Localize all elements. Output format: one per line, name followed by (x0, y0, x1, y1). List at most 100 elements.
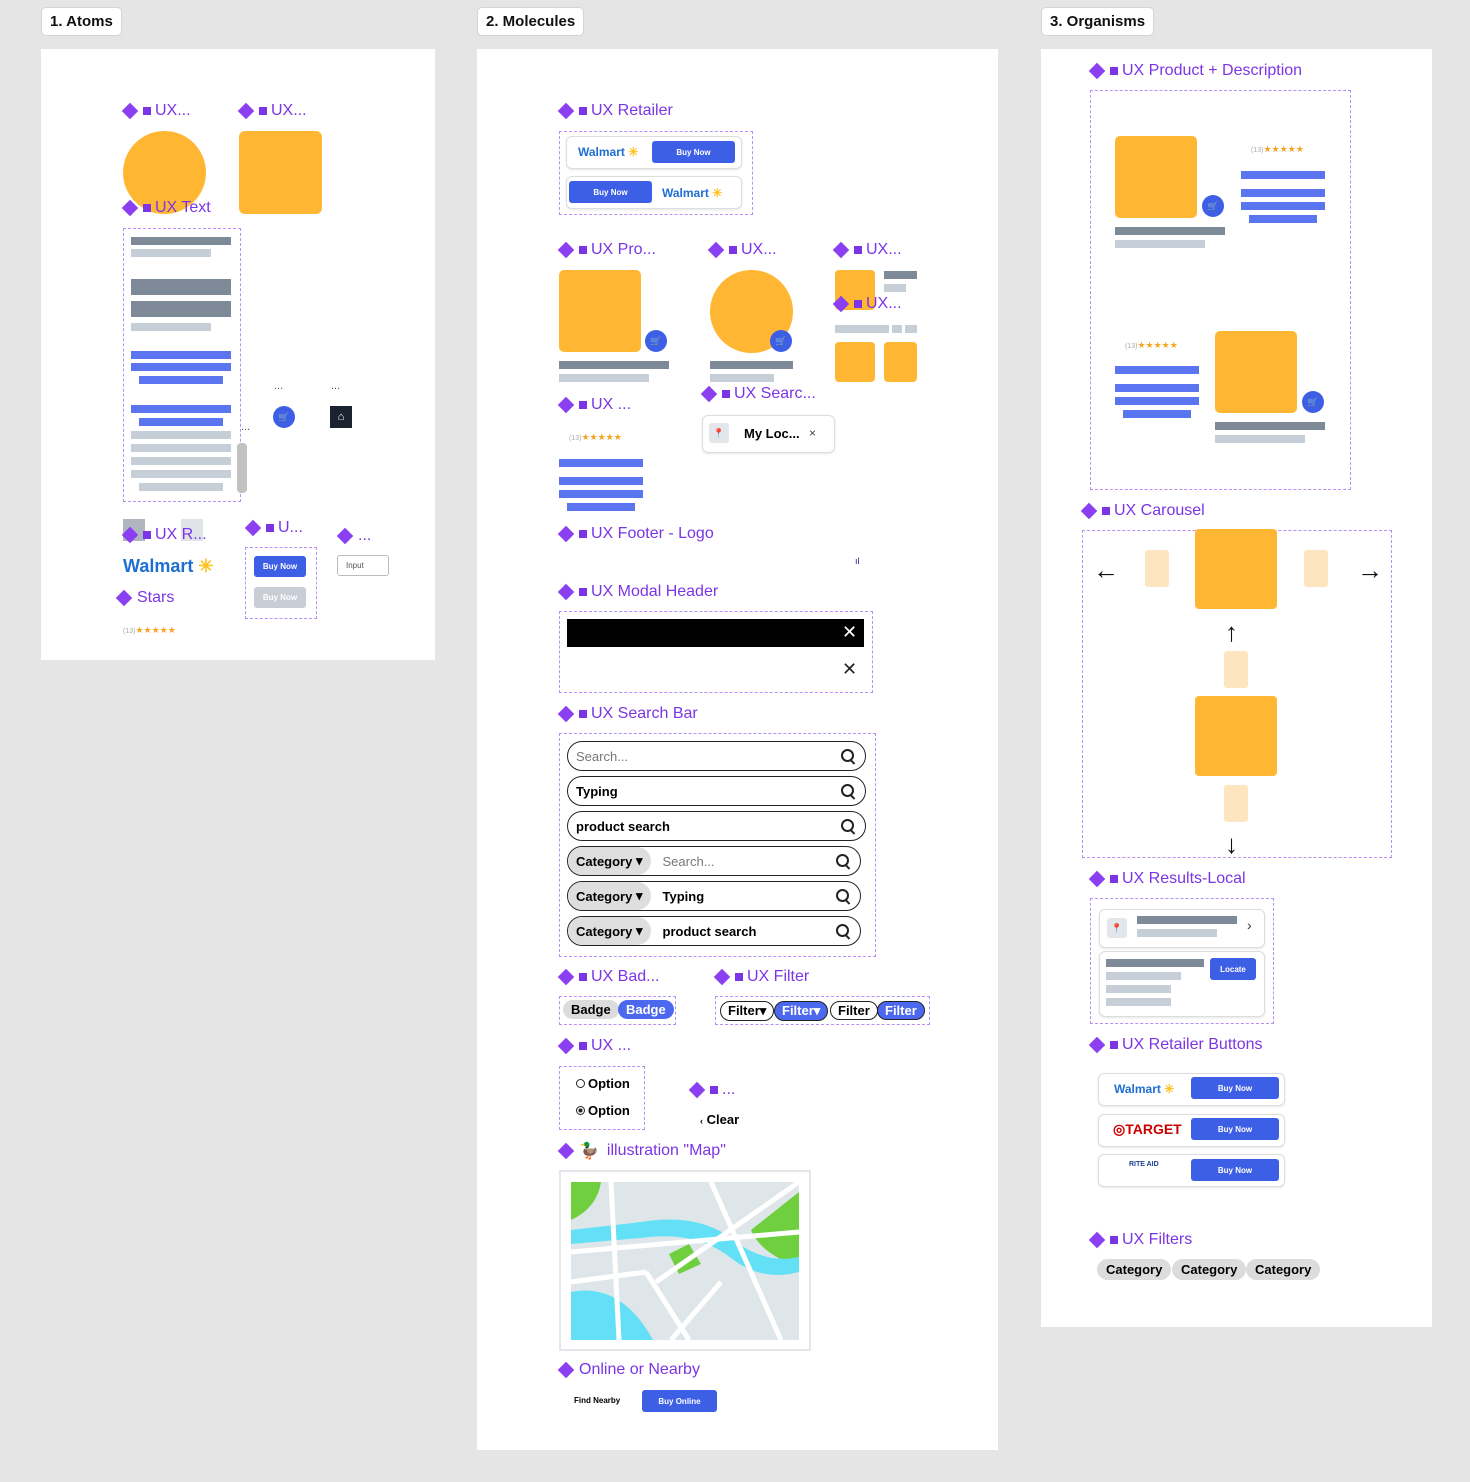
ellipsis: ... (274, 380, 284, 392)
carousel-item-faded (1224, 651, 1248, 688)
product-image (1115, 136, 1197, 218)
category-dropdown[interactable]: Category ▾ (568, 882, 651, 910)
category-search-input[interactable]: Category ▾ Typing (567, 881, 861, 911)
text-line (131, 301, 231, 317)
molecules-comp-modal-header[interactable]: UX Modal Header (557, 583, 718, 601)
buy-now-button[interactable]: Buy Now (569, 181, 652, 203)
category-filter-chip[interactable]: Category (1246, 1259, 1321, 1280)
atoms-comp-text[interactable]: UX Text (121, 199, 211, 217)
molecules-comp-filter[interactable]: UX Filter (713, 968, 809, 986)
cart-icon[interactable]: 🛒 (1202, 195, 1224, 217)
buy-now-button[interactable]: Buy Now (1191, 1077, 1279, 1099)
molecules-comp-map[interactable]: 🦆 illustration "Map" (557, 1141, 726, 1161)
category-search-input[interactable]: Category ▾ Search... (567, 846, 861, 876)
text-line (131, 351, 231, 359)
component-icon (557, 241, 575, 259)
search-icon[interactable] (841, 749, 855, 763)
walmart-logo: Walmart ✳ (123, 556, 214, 576)
atoms-comp-buttons[interactable]: U... (244, 519, 303, 537)
search-input[interactable]: product search (567, 811, 866, 841)
molecules-comp-rating[interactable]: UX ... (557, 396, 631, 414)
chevron-right-icon[interactable]: › (1247, 917, 1252, 933)
molecules-comp-product-small-b[interactable]: UX... (832, 295, 902, 313)
close-icon[interactable]: ✕ (842, 622, 857, 643)
category-filter-chip[interactable]: Category (1172, 1259, 1247, 1280)
modal-header-dark (567, 619, 864, 647)
search-icon[interactable] (836, 924, 850, 938)
image-placeholder-square (239, 131, 322, 214)
search-input[interactable]: Typing (567, 776, 866, 806)
filter-chip[interactable]: Filter (830, 1001, 878, 1020)
molecules-comp-search-bar[interactable]: UX Search Bar (557, 705, 698, 723)
atoms-comp-image-round[interactable]: UX... (121, 102, 191, 120)
molecules-comp-product-round[interactable]: UX... (707, 241, 777, 259)
close-icon[interactable]: × (809, 426, 816, 440)
walmart-spark-icon: ✳ (628, 145, 639, 159)
search-input[interactable]: Search... (567, 741, 866, 771)
molecules-comp-footer[interactable]: UX Footer - Logo (557, 525, 714, 543)
duck-icon: 🦆 (579, 1143, 599, 1160)
molecules-comp-options[interactable]: UX ... (557, 1037, 631, 1055)
frame-label-organisms[interactable]: 3. Organisms (1041, 7, 1155, 36)
search-icon[interactable] (841, 819, 855, 833)
buy-now-button[interactable]: Buy Now (1191, 1159, 1279, 1181)
scrollbar-handle[interactable] (237, 443, 247, 493)
search-icon[interactable] (841, 784, 855, 798)
molecules-comp-search-chip[interactable]: UX Searc... (700, 385, 816, 403)
radio-option[interactable]: Option (576, 1076, 630, 1091)
basket-icon[interactable]: ⌂ (330, 406, 352, 428)
category-search-input[interactable]: Category ▾ product search (567, 916, 861, 946)
molecules-comp-product-small-a[interactable]: UX... (832, 241, 902, 259)
molecules-comp-badge[interactable]: UX Bad... (557, 968, 659, 986)
component-icon (557, 102, 575, 120)
close-icon[interactable]: ✕ (842, 659, 857, 680)
search-icon[interactable] (836, 889, 850, 903)
find-nearby-button[interactable]: Find Nearby (574, 1396, 620, 1405)
atoms-comp-stars[interactable]: Stars (115, 589, 174, 607)
buy-now-button[interactable]: Buy Now (254, 556, 306, 577)
organisms-comp-product-description[interactable]: UX Product + Description (1088, 62, 1302, 80)
molecules-comp-retailer[interactable]: UX Retailer (557, 102, 673, 120)
molecules-comp-product[interactable]: UX Pro... (557, 241, 656, 259)
filter-dropdown-active[interactable]: Filter▾ (774, 1001, 829, 1021)
atoms-comp-image-square[interactable]: UX... (237, 102, 307, 120)
category-filter-chip[interactable]: Category (1097, 1259, 1172, 1280)
category-dropdown[interactable]: Category ▾ (568, 917, 651, 945)
cart-icon[interactable]: 🛒 (770, 330, 792, 352)
organisms-comp-results-local[interactable]: UX Results-Local (1088, 870, 1246, 888)
cart-icon[interactable]: 🛒 (1302, 391, 1324, 413)
buy-now-button[interactable]: Buy Now (1191, 1118, 1279, 1140)
search-icon[interactable] (836, 854, 850, 868)
molecules-comp-clear[interactable]: ... (688, 1081, 735, 1099)
arrow-right-icon[interactable]: → (1357, 557, 1383, 583)
arrow-up-icon[interactable]: ↑ (1225, 619, 1238, 645)
organisms-comp-retailer-buttons[interactable]: UX Retailer Buttons (1088, 1036, 1263, 1054)
organisms-frame: UX Product + Description 🛒 (13)★★★★★ (13… (1041, 49, 1432, 1327)
organisms-comp-filters[interactable]: UX Filters (1088, 1231, 1192, 1249)
atoms-comp-input[interactable]: ... (336, 527, 371, 545)
arrow-down-icon[interactable]: ↓ (1225, 831, 1238, 857)
text-line (131, 444, 231, 452)
star-rating: (13)★★★★★ (1251, 144, 1304, 154)
organisms-comp-carousel[interactable]: UX Carousel (1080, 502, 1205, 520)
arrow-left-icon[interactable]: ← (1093, 557, 1119, 583)
filter-dropdown[interactable]: Filter▾ (720, 1001, 775, 1021)
atoms-comp-retailer-logo[interactable]: UX R... (121, 526, 207, 544)
input-field[interactable]: Input (337, 555, 389, 576)
star-rating: (13)★★★★★ (569, 432, 622, 442)
component-icon (832, 241, 850, 259)
clear-button[interactable]: ‹ Clear (700, 1112, 739, 1127)
category-dropdown[interactable]: Category ▾ (568, 847, 651, 875)
filter-chip-active[interactable]: Filter (877, 1001, 925, 1020)
locate-button[interactable]: Locate (1210, 958, 1256, 980)
component-icon (1088, 1231, 1106, 1249)
radio-option-selected[interactable]: Option (576, 1103, 630, 1118)
cart-icon[interactable]: 🛒 (645, 330, 667, 352)
buy-now-button-disabled[interactable]: Buy Now (254, 587, 306, 608)
cart-icon[interactable]: 🛒 (273, 406, 295, 428)
frame-label-molecules[interactable]: 2. Molecules (477, 7, 585, 36)
buy-now-button[interactable]: Buy Now (652, 141, 735, 163)
molecules-comp-online-nearby[interactable]: Online or Nearby (557, 1361, 700, 1379)
buy-online-button[interactable]: Buy Online (642, 1390, 717, 1412)
frame-label-atoms[interactable]: 1. Atoms (41, 7, 122, 36)
